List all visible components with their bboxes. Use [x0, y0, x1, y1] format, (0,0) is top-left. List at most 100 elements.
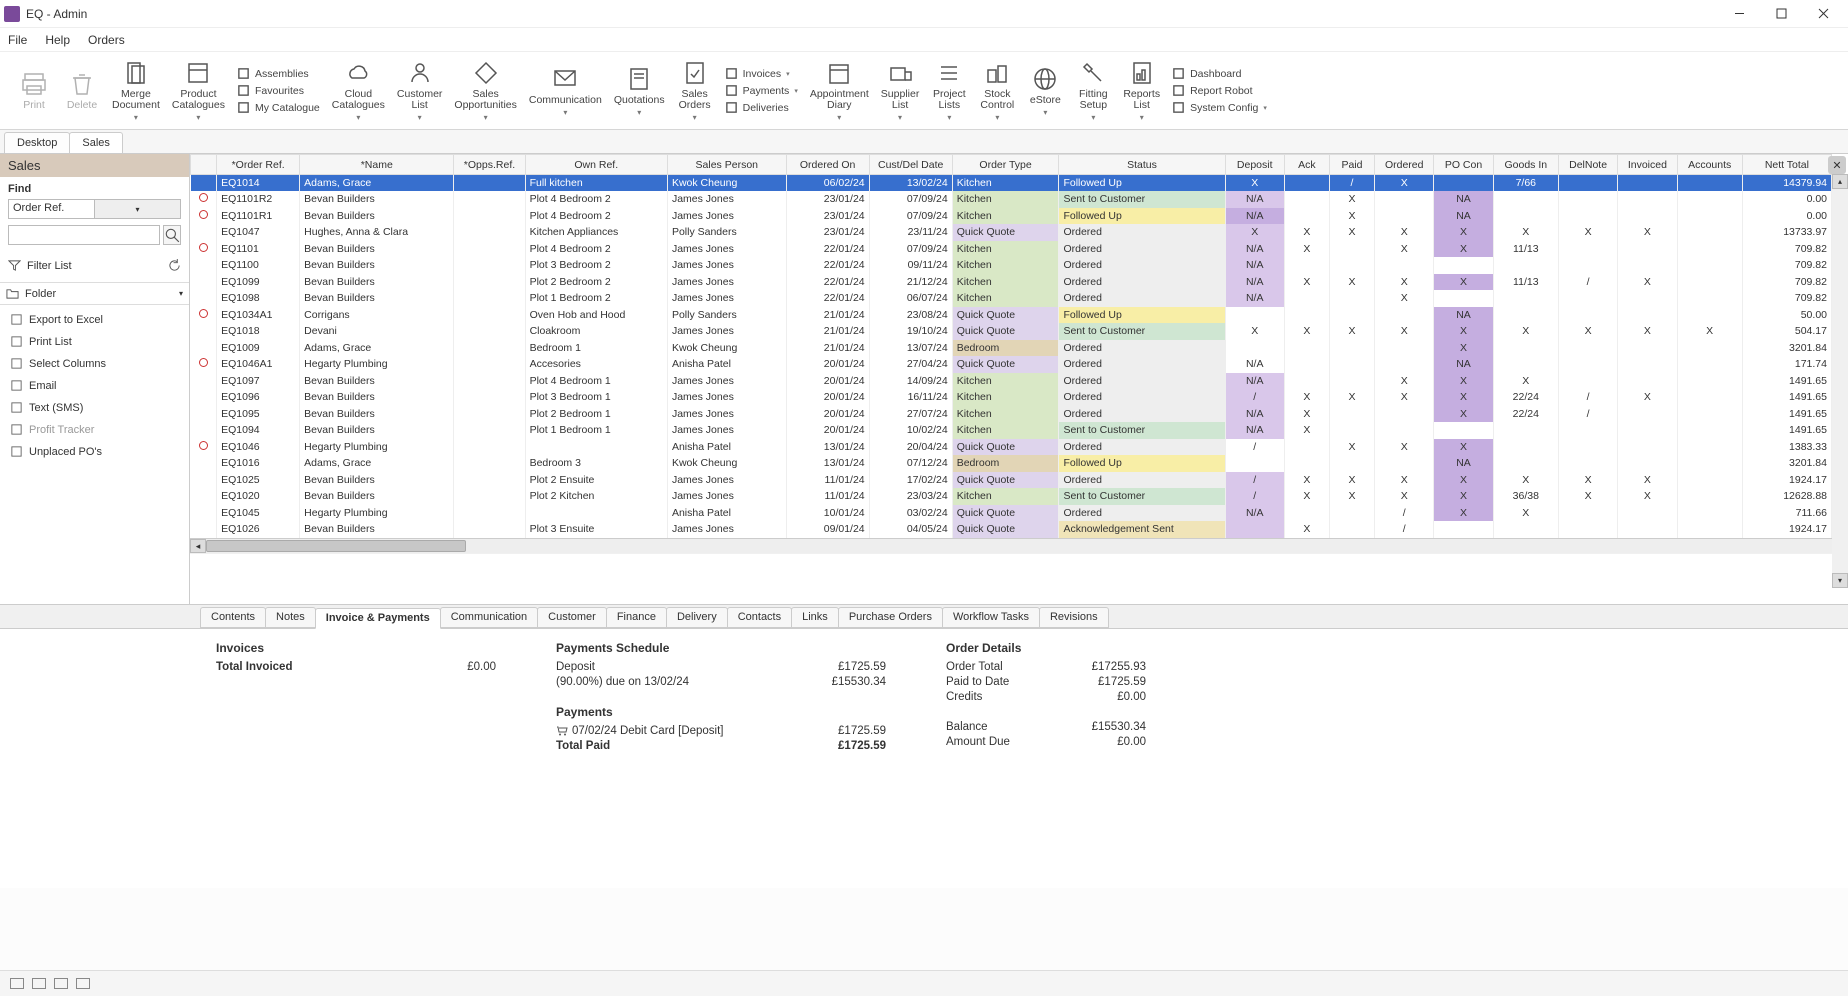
- table-row[interactable]: EQ1096Bevan BuildersPlot 3 Bedroom 1Jame…: [191, 389, 1832, 406]
- action-email[interactable]: Email: [4, 375, 185, 396]
- detail-tab-delivery[interactable]: Delivery: [666, 607, 728, 628]
- col-header[interactable]: Paid: [1329, 155, 1374, 175]
- table-row[interactable]: EQ1098Bevan BuildersPlot 1 Bedroom 2Jame…: [191, 290, 1832, 307]
- layout-button-1[interactable]: [10, 978, 24, 989]
- table-row[interactable]: EQ1045Hegarty PlumbingAnisha Patel10/01/…: [191, 505, 1832, 522]
- ribbon-system-config[interactable]: System Config▾: [1172, 101, 1267, 114]
- horizontal-scrollbar[interactable]: ◂▸: [190, 538, 1848, 554]
- col-header[interactable]: Accounts: [1677, 155, 1742, 175]
- table-row[interactable]: EQ1020Bevan BuildersPlot 2 KitchenJames …: [191, 488, 1832, 505]
- table-row[interactable]: EQ1026Bevan BuildersPlot 3 EnsuiteJames …: [191, 521, 1832, 538]
- ribbon-supplier-list[interactable]: Supplier List▾: [875, 55, 926, 127]
- detail-tab-customer[interactable]: Customer: [537, 607, 607, 628]
- col-header[interactable]: PO Con: [1434, 155, 1493, 175]
- ribbon-favourites[interactable]: Favourites: [237, 84, 320, 97]
- ribbon-merge[interactable]: Merge Document▾: [106, 55, 166, 127]
- col-header[interactable]: Ordered On: [786, 155, 869, 175]
- table-row[interactable]: EQ1016Adams, GraceBedroom 3Kwok Cheung13…: [191, 455, 1832, 472]
- detail-tab-notes[interactable]: Notes: [265, 607, 316, 628]
- maximize-button[interactable]: [1760, 1, 1802, 27]
- ribbon-reports-list[interactable]: Reports List▾: [1117, 55, 1166, 127]
- col-header[interactable]: [191, 155, 217, 175]
- action-unplaced-pos[interactable]: Unplaced PO's: [4, 441, 185, 462]
- folder-dropdown[interactable]: Folder ▾: [0, 282, 189, 305]
- col-header[interactable]: Invoiced: [1618, 155, 1677, 175]
- menu-orders[interactable]: Orders: [88, 33, 125, 47]
- table-row[interactable]: EQ1009Adams, GraceBedroom 1Kwok Cheung21…: [191, 340, 1832, 357]
- table-row[interactable]: EQ1099Bevan BuildersPlot 2 Bedroom 2Jame…: [191, 274, 1832, 291]
- tab-sales[interactable]: Sales: [69, 132, 123, 153]
- col-header[interactable]: *Order Ref.: [217, 155, 300, 175]
- detail-tab-revisions[interactable]: Revisions: [1039, 607, 1109, 628]
- ribbon-comm[interactable]: Communication▾: [523, 55, 608, 127]
- col-header[interactable]: DelNote: [1558, 155, 1617, 175]
- action-export-excel[interactable]: Export to Excel: [4, 309, 185, 330]
- minimize-button[interactable]: [1718, 1, 1760, 27]
- col-header[interactable]: Deposit: [1225, 155, 1284, 175]
- find-search-button[interactable]: [163, 225, 181, 245]
- table-row[interactable]: EQ1025Bevan BuildersPlot 2 EnsuiteJames …: [191, 472, 1832, 489]
- vertical-scrollbar[interactable]: ▴▾: [1832, 174, 1848, 588]
- table-row[interactable]: EQ1014Adams, GraceFull kitchenKwok Cheun…: [191, 175, 1832, 192]
- ribbon-cloud-cat[interactable]: Cloud Catalogues▾: [326, 55, 391, 127]
- ribbon-cust-list[interactable]: Customer List▾: [391, 55, 449, 127]
- table-row[interactable]: EQ1034A1CorrigansOven Hob and HoodPolly …: [191, 307, 1832, 324]
- detail-tab-contacts[interactable]: Contacts: [727, 607, 792, 628]
- find-field-combo[interactable]: Order Ref. ▾: [8, 199, 181, 219]
- table-row[interactable]: EQ1094Bevan BuildersPlot 1 Bedroom 1Jame…: [191, 422, 1832, 439]
- menu-file[interactable]: File: [8, 33, 27, 47]
- ribbon-report-robot[interactable]: Report Robot: [1172, 84, 1267, 97]
- action-profit-tracker[interactable]: Profit Tracker: [4, 419, 185, 440]
- ribbon-product-cat[interactable]: Product Catalogues▾: [166, 55, 231, 127]
- ribbon-appt-diary[interactable]: Appointment Diary▾: [804, 55, 875, 127]
- detail-tab-workflow-tasks[interactable]: Workflow Tasks: [942, 607, 1040, 628]
- ribbon-fitting-setup[interactable]: Fitting Setup▾: [1069, 55, 1117, 127]
- action-print-list[interactable]: Print List: [4, 331, 185, 352]
- refresh-icon[interactable]: [168, 259, 181, 272]
- table-row[interactable]: EQ1101R2Bevan BuildersPlot 4 Bedroom 2Ja…: [191, 191, 1832, 208]
- close-button[interactable]: [1802, 1, 1844, 27]
- ribbon-deliveries[interactable]: Deliveries: [725, 101, 798, 114]
- detail-tab-finance[interactable]: Finance: [606, 607, 667, 628]
- table-row[interactable]: EQ1101R1Bevan BuildersPlot 4 Bedroom 2Ja…: [191, 208, 1832, 225]
- ribbon-assemblies[interactable]: Assemblies: [237, 67, 320, 80]
- detail-tab-invoice-payments[interactable]: Invoice & Payments: [315, 608, 441, 629]
- sales-grid[interactable]: *Order Ref.*Name*Opps.Ref.Own Ref.Sales …: [190, 154, 1832, 538]
- layout-button-4[interactable]: [76, 978, 90, 989]
- layout-button-2[interactable]: [32, 978, 46, 989]
- table-row[interactable]: EQ1100Bevan BuildersPlot 3 Bedroom 2Jame…: [191, 257, 1832, 274]
- table-row[interactable]: EQ1097Bevan BuildersPlot 4 Bedroom 1Jame…: [191, 373, 1832, 390]
- table-row[interactable]: EQ1046Hegarty PlumbingAnisha Patel13/01/…: [191, 439, 1832, 456]
- ribbon-delete[interactable]: Delete: [58, 55, 106, 127]
- table-row[interactable]: EQ1018DevaniCloakroomJames Jones21/01/24…: [191, 323, 1832, 340]
- ribbon-project-lists[interactable]: Project Lists▾: [925, 55, 973, 127]
- ribbon-my-catalogue[interactable]: My Catalogue: [237, 101, 320, 114]
- ribbon-quot[interactable]: Quotations▾: [608, 55, 671, 127]
- col-header[interactable]: Sales Person: [667, 155, 786, 175]
- col-header[interactable]: Status: [1059, 155, 1225, 175]
- filter-list-button[interactable]: Filter List: [8, 257, 181, 274]
- col-header[interactable]: Ordered: [1375, 155, 1434, 175]
- ribbon-stock-ctrl[interactable]: Stock Control▾: [973, 55, 1021, 127]
- detail-tab-purchase-orders[interactable]: Purchase Orders: [838, 607, 943, 628]
- ribbon-dashboard[interactable]: Dashboard: [1172, 67, 1267, 80]
- col-header[interactable]: Nett Total: [1742, 155, 1831, 175]
- ribbon-payments[interactable]: Payments▾: [725, 84, 798, 97]
- detail-tab-communication[interactable]: Communication: [440, 607, 538, 628]
- grid-close-button[interactable]: ✕: [1828, 156, 1846, 174]
- ribbon-print[interactable]: Print: [10, 55, 58, 127]
- col-header[interactable]: *Name: [300, 155, 454, 175]
- table-row[interactable]: EQ1095Bevan BuildersPlot 2 Bedroom 1Jame…: [191, 406, 1832, 423]
- col-header[interactable]: Cust/Del Date: [869, 155, 952, 175]
- table-row[interactable]: EQ1101Bevan BuildersPlot 4 Bedroom 2Jame…: [191, 241, 1832, 258]
- action-select-cols[interactable]: Select Columns: [4, 353, 185, 374]
- ribbon-estore[interactable]: eStore▾: [1021, 55, 1069, 127]
- col-header[interactable]: Goods In: [1493, 155, 1558, 175]
- col-header[interactable]: Order Type: [952, 155, 1059, 175]
- col-header[interactable]: Ack: [1284, 155, 1329, 175]
- table-row[interactable]: EQ1046A1Hegarty PlumbingAccesoriesAnisha…: [191, 356, 1832, 373]
- ribbon-invoices[interactable]: Invoices▾: [725, 67, 798, 80]
- menu-help[interactable]: Help: [45, 33, 70, 47]
- find-input[interactable]: [8, 225, 160, 245]
- tab-desktop[interactable]: Desktop: [4, 132, 70, 153]
